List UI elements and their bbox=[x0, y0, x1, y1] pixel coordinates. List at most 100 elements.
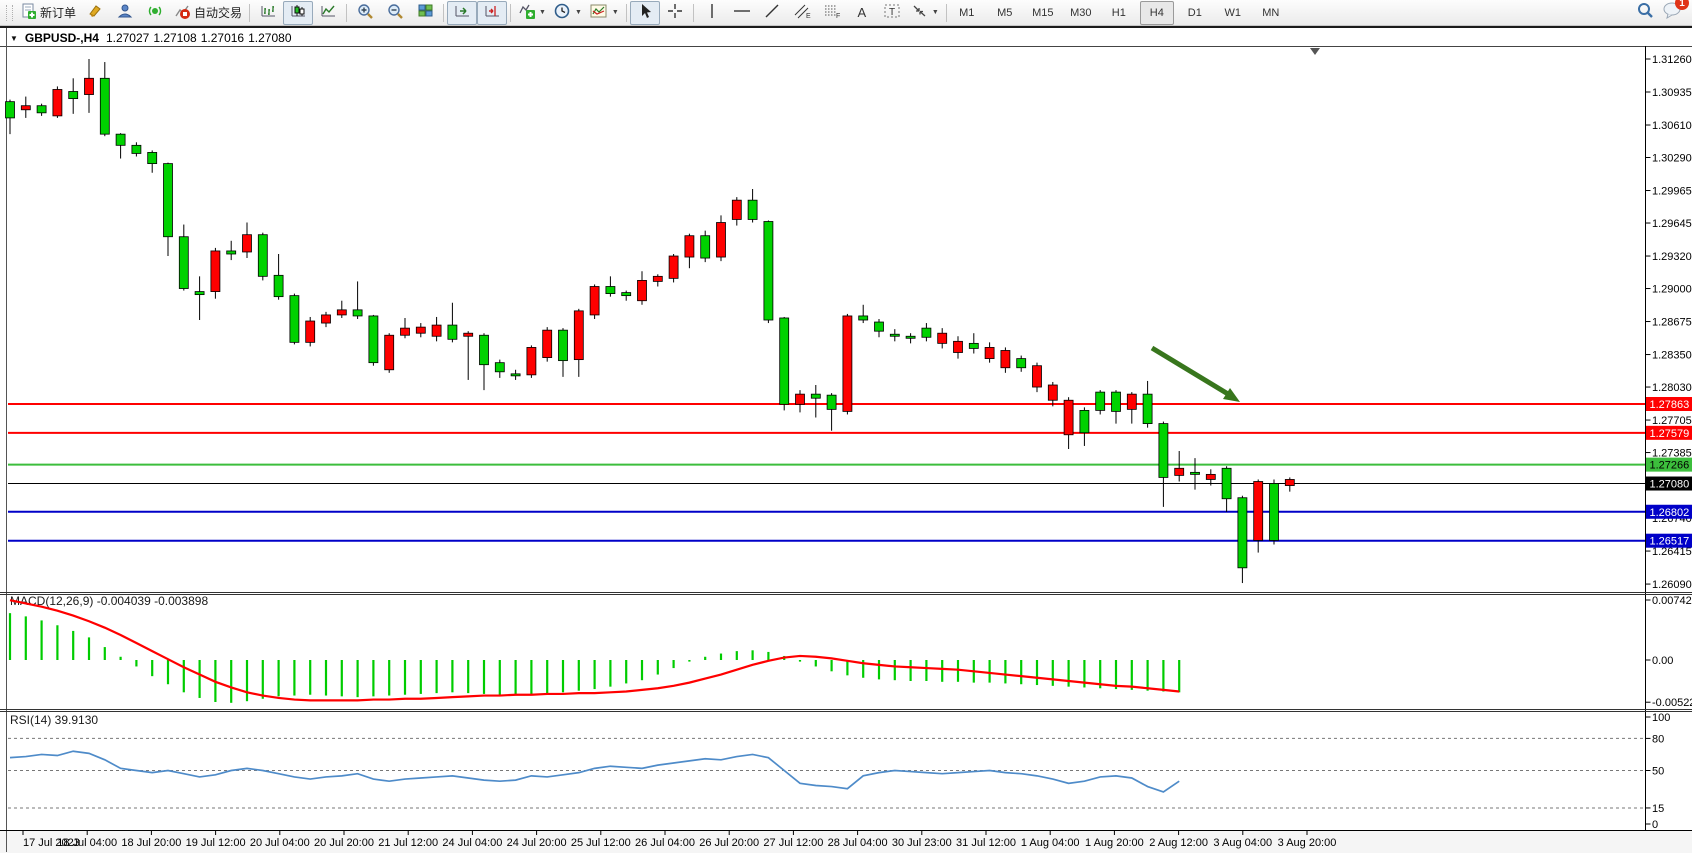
fibonacci-button[interactable]: F bbox=[817, 1, 847, 25]
candle-bullish bbox=[37, 106, 46, 113]
chart-canvas[interactable]: 1.312601.309351.306101.302901.299651.296… bbox=[0, 28, 1692, 853]
profile-button[interactable] bbox=[110, 1, 140, 25]
time-tick-label: 31 Jul 12:00 bbox=[956, 837, 1016, 849]
timeframe-toolbar: M1M5M15M30H1H4D1W1MN bbox=[950, 1, 1288, 25]
text-label-button[interactable]: T bbox=[877, 1, 907, 25]
line-chart-button[interactable] bbox=[313, 1, 343, 25]
cursor-button[interactable] bbox=[630, 1, 660, 25]
timeframe-button-m15[interactable]: M15 bbox=[1026, 1, 1060, 25]
search-icon[interactable] bbox=[1636, 1, 1654, 24]
autoscroll-icon bbox=[454, 3, 471, 22]
zoom-out-icon bbox=[387, 3, 404, 23]
svg-text:T: T bbox=[889, 7, 895, 18]
candle-bearish bbox=[574, 311, 583, 360]
timeframe-button-h1[interactable]: H1 bbox=[1102, 1, 1136, 25]
equidistant-channel-button[interactable]: E bbox=[787, 1, 817, 25]
chevron-down-icon: ▼ bbox=[539, 9, 546, 16]
new-order-icon bbox=[20, 3, 37, 23]
time-tick-label: 18 Jul 20:00 bbox=[121, 837, 181, 849]
price-tick-label: 1.26090 bbox=[1652, 579, 1692, 591]
timeframe-button-w1[interactable]: W1 bbox=[1216, 1, 1250, 25]
cursor-icon bbox=[638, 3, 652, 22]
chart-plot-area[interactable] bbox=[8, 47, 1645, 592]
chart-shift-button[interactable] bbox=[477, 1, 507, 25]
rsi-tick-label: 80 bbox=[1652, 733, 1664, 745]
autotrading-label: 自动交易 bbox=[194, 4, 242, 21]
chevron-down-icon: ▼ bbox=[612, 9, 619, 16]
candle-bearish bbox=[432, 325, 441, 336]
toolbar-separator bbox=[510, 4, 511, 22]
price-level-label: 1.27579 bbox=[1650, 428, 1690, 440]
ohlc-low: 1.27016 bbox=[201, 31, 244, 45]
collapse-triangle-icon[interactable]: ▼ bbox=[10, 34, 18, 43]
crosshair-button[interactable] bbox=[660, 1, 690, 25]
time-tick-label: 26 Jul 04:00 bbox=[635, 837, 695, 849]
candle-bullish bbox=[353, 310, 362, 316]
styler-button[interactable] bbox=[80, 1, 110, 25]
templates-button[interactable]: ▼ bbox=[586, 1, 623, 25]
timeframe-button-m30[interactable]: M30 bbox=[1064, 1, 1098, 25]
vertical-line-button[interactable] bbox=[697, 1, 727, 25]
candlestick-button[interactable] bbox=[283, 1, 313, 25]
text-button[interactable]: A bbox=[847, 1, 877, 25]
time-tick-label: 2 Aug 12:00 bbox=[1149, 837, 1208, 849]
candle-bullish bbox=[195, 292, 204, 295]
price-tick-label: 1.28675 bbox=[1652, 317, 1692, 329]
candle-bullish bbox=[827, 395, 836, 409]
candle-bullish bbox=[701, 236, 710, 258]
zoom-out-button[interactable] bbox=[380, 1, 410, 25]
periods-button[interactable]: ▼ bbox=[550, 1, 586, 25]
timeframe-button-d1[interactable]: D1 bbox=[1178, 1, 1212, 25]
toolbar-grip[interactable] bbox=[6, 5, 13, 21]
timeframe-button-mn[interactable]: MN bbox=[1254, 1, 1288, 25]
candle-bearish bbox=[954, 341, 963, 352]
ohlc-close: 1.27080 bbox=[248, 31, 291, 45]
chart-symbol-title: GBPUSD-,H4 bbox=[25, 31, 99, 45]
candlestick-icon bbox=[290, 3, 307, 22]
trendline-button[interactable] bbox=[757, 1, 787, 25]
timeframe-button-m5[interactable]: M5 bbox=[988, 1, 1022, 25]
ohlc-high: 1.27108 bbox=[153, 31, 196, 45]
candle-bullish bbox=[969, 343, 978, 348]
timeframe-button-m1[interactable]: M1 bbox=[950, 1, 984, 25]
arrow-tools-button[interactable]: ▼ bbox=[907, 1, 943, 25]
svg-text:F: F bbox=[836, 13, 840, 19]
price-level-label: 1.27266 bbox=[1650, 460, 1690, 472]
candle-bearish bbox=[21, 106, 30, 110]
candle-bearish bbox=[638, 280, 647, 300]
time-tick-label: 28 Jul 04:00 bbox=[828, 837, 888, 849]
indicators-button[interactable]: ▼ bbox=[514, 1, 550, 25]
bar-chart-button[interactable] bbox=[253, 1, 283, 25]
candle-bearish bbox=[653, 276, 662, 281]
new-order-button[interactable]: 新订单 bbox=[16, 1, 80, 25]
toolbar-separator bbox=[443, 4, 444, 22]
time-tick-label: 30 Jul 23:00 bbox=[892, 837, 952, 849]
rsi-tick-label: 50 bbox=[1652, 766, 1664, 778]
tile-windows-button[interactable] bbox=[410, 1, 440, 25]
chevron-down-icon: ▼ bbox=[932, 9, 939, 16]
candle-bearish bbox=[1285, 479, 1294, 485]
autoscroll-button[interactable] bbox=[447, 1, 477, 25]
autotrading-button[interactable]: 自动交易 bbox=[170, 1, 246, 25]
macd-tick-label: -0.005226 bbox=[1652, 697, 1692, 709]
notifications-button[interactable]: 1 bbox=[1662, 1, 1682, 24]
price-tick-label: 1.29000 bbox=[1652, 284, 1692, 296]
candle-bullish bbox=[1017, 359, 1026, 368]
profile-icon bbox=[117, 3, 133, 22]
candle-bullish bbox=[164, 164, 173, 237]
svg-text:E: E bbox=[806, 13, 811, 19]
brush-icon bbox=[87, 3, 103, 22]
candle-bullish bbox=[606, 286, 615, 293]
zoom-in-button[interactable] bbox=[350, 1, 380, 25]
price-tick-label: 1.29965 bbox=[1652, 186, 1692, 198]
candle-bearish bbox=[590, 286, 599, 314]
candle-bullish bbox=[480, 335, 489, 364]
horizontal-line-button[interactable] bbox=[727, 1, 757, 25]
candle-bearish bbox=[843, 316, 852, 411]
price-tick-label: 1.29645 bbox=[1652, 218, 1692, 230]
vertical-line-icon bbox=[707, 3, 717, 22]
candle-bullish bbox=[1222, 468, 1231, 498]
signals-button[interactable] bbox=[140, 1, 170, 25]
mt4-terminal: 新订单 自动交易 bbox=[0, 0, 1692, 853]
timeframe-button-h4[interactable]: H4 bbox=[1140, 1, 1174, 25]
